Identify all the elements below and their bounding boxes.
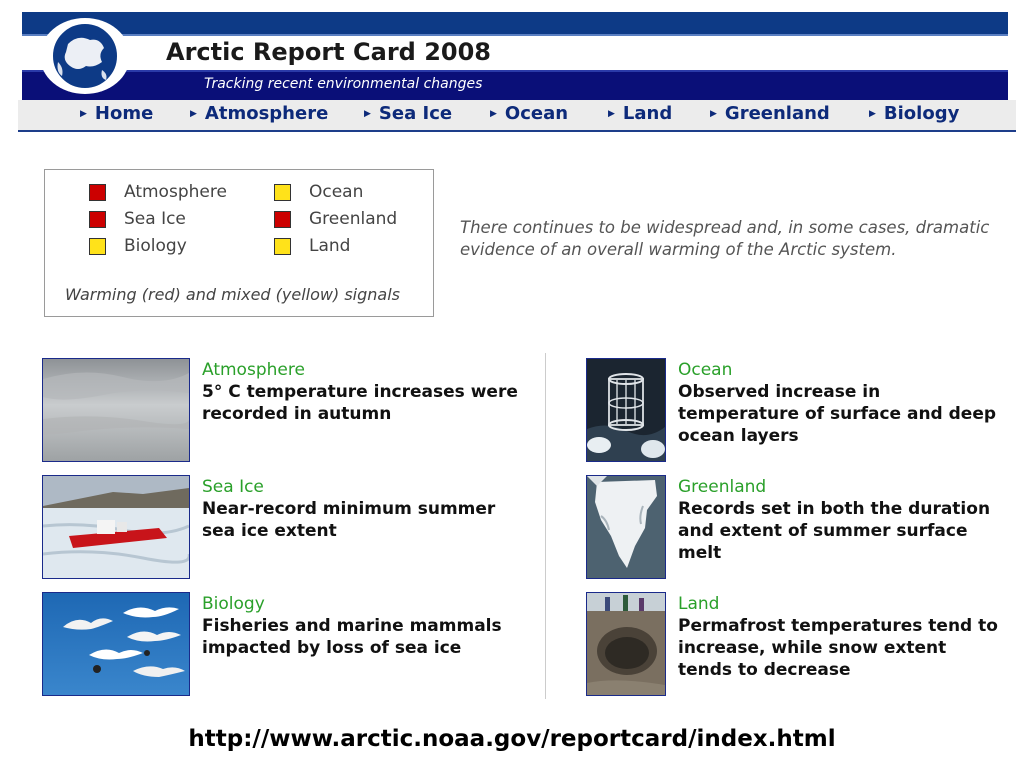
page-tagline: Tracking recent environmental changes [204, 76, 483, 92]
topic-category-ocean[interactable]: Ocean [678, 360, 732, 380]
legend-label-sea-ice: Sea Ice [124, 209, 186, 229]
legend-swatch-biology [89, 238, 106, 255]
legend-label-greenland: Greenland [309, 209, 398, 229]
nav-atmosphere[interactable]: ▶ Atmosphere [190, 103, 328, 124]
signal-legend: Atmosphere Sea Ice Biology Ocean Greenla… [44, 169, 434, 317]
nav-arrow-icon: ▶ [190, 109, 197, 119]
legend-swatch-land [274, 238, 291, 255]
nav-arrow-icon: ▶ [710, 109, 717, 119]
topic-description-land: Permafrost temperatures tend to increase… [678, 616, 998, 680]
arctic-globe-icon[interactable] [38, 16, 132, 94]
topic-category-greenland[interactable]: Greenland [678, 477, 766, 497]
topic-description-atmosphere: 5° C temperature increases were recorded… [202, 382, 518, 424]
nav-arrow-icon: ▶ [869, 109, 876, 119]
topic-category-atmosphere[interactable]: Atmosphere [202, 360, 305, 380]
nav-arrow-icon: ▶ [608, 109, 615, 119]
header-tagline-band [22, 70, 1008, 100]
greenland-satellite-image[interactable] [586, 475, 666, 579]
main-nav: ▶ Home ▶ Atmosphere ▶ Sea Ice ▶ Ocean ▶ Land … [18, 100, 1016, 132]
permafrost-sinkhole-image[interactable] [586, 592, 666, 696]
nav-arrow-icon: ▶ [490, 109, 497, 119]
topic-category-sea-ice[interactable]: Sea Ice [202, 477, 264, 497]
source-url[interactable]: http://www.arctic.noaa.gov/reportcard/in… [0, 726, 1024, 752]
topic-description-sea-ice: Near-record minimum summer sea ice exten… [202, 499, 496, 541]
legend-swatch-sea-ice [89, 211, 106, 228]
page-title: Arctic Report Card 2008 [166, 38, 491, 66]
flying-birds-image[interactable] [42, 592, 190, 696]
legend-swatch-ocean [274, 184, 291, 201]
nav-sea-ice[interactable]: ▶ Sea Ice [364, 103, 452, 124]
topic-category-land[interactable]: Land [678, 594, 719, 614]
nav-arrow-icon: ▶ [80, 109, 87, 119]
nav-greenland[interactable]: ▶ Greenland [710, 103, 830, 124]
legend-label-biology: Biology [124, 236, 187, 256]
cloudy-sky-image[interactable] [42, 358, 190, 462]
legend-caption: Warming (red) and mixed (yellow) signals [65, 285, 400, 304]
intro-text: There continues to be widespread and, in… [460, 218, 990, 259]
legend-label-ocean: Ocean [309, 182, 364, 202]
header-top-bar [22, 12, 1008, 36]
nav-land[interactable]: ▶ Land [608, 103, 672, 124]
topic-category-biology[interactable]: Biology [202, 594, 265, 614]
nav-arrow-icon: ▶ [364, 109, 371, 119]
topic-description-biology: Fisheries and marine mammals impacted by… [202, 616, 502, 658]
nav-ocean[interactable]: ▶ Ocean [490, 103, 568, 124]
column-divider [545, 353, 546, 699]
legend-swatch-greenland [274, 211, 291, 228]
nav-home[interactable]: ▶ Home [80, 103, 153, 124]
topic-description-ocean: Observed increase in temperature of surf… [678, 382, 997, 446]
icebreaker-ship-image[interactable] [42, 475, 190, 579]
legend-label-atmosphere: Atmosphere [124, 182, 227, 202]
legend-label-land: Land [309, 236, 351, 256]
legend-swatch-atmosphere [89, 184, 106, 201]
topic-description-greenland: Records set in both the duration and ext… [678, 499, 991, 563]
ocean-instrument-image[interactable] [586, 358, 666, 462]
nav-biology[interactable]: ▶ Biology [869, 103, 959, 124]
